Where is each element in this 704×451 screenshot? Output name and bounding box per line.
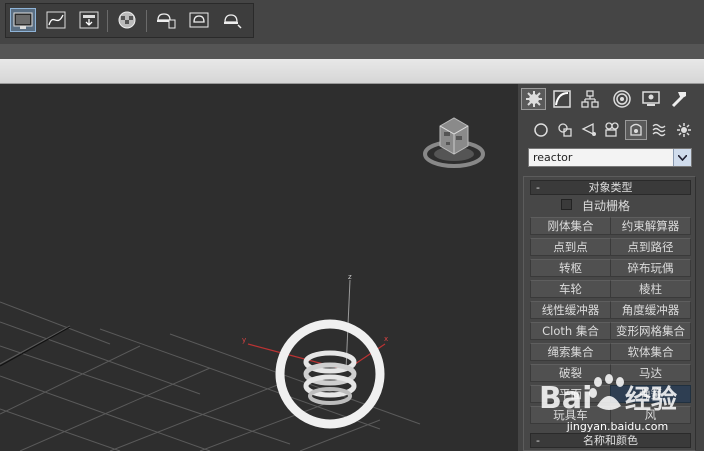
home-grid xyxy=(0,301,421,451)
viewport-canvas[interactable]: z y x xyxy=(0,84,518,451)
object-type-button[interactable]: 转枢 xyxy=(530,259,611,277)
material-editor-icon xyxy=(118,11,136,29)
chevron-down-icon[interactable] xyxy=(673,149,691,166)
hierarchy-tab[interactable] xyxy=(577,88,602,110)
quick-render-button[interactable] xyxy=(219,8,245,32)
render-setup-icon xyxy=(157,13,176,29)
status-band xyxy=(0,59,704,84)
toolbar-group xyxy=(5,3,254,38)
cameras-subtab[interactable] xyxy=(601,120,623,140)
geometry-icon xyxy=(534,123,548,137)
create-tab-icon xyxy=(525,91,542,107)
object-type-button[interactable]: 点到路径 xyxy=(610,238,691,256)
category-dropdown[interactable]: reactor xyxy=(528,148,692,167)
shapes-icon xyxy=(558,123,572,137)
shapes-subtab[interactable] xyxy=(554,120,576,140)
rendered-frame-window-icon xyxy=(189,12,209,28)
object-type-button[interactable]: 碎布玩偶 xyxy=(610,259,691,277)
modify-tab[interactable] xyxy=(549,88,574,110)
object-type-button[interactable]: 棱柱 xyxy=(610,280,691,298)
object-type-button[interactable]: Cloth 集合 xyxy=(530,322,611,340)
autogrid-label: 自动栅格 xyxy=(582,199,631,213)
object-type-button[interactable]: 变形网格集合 xyxy=(610,322,691,340)
quick-render-icon xyxy=(224,14,242,29)
create-tab[interactable] xyxy=(521,88,546,110)
space-warps-subtab[interactable] xyxy=(649,120,671,140)
object-type-button[interactable]: 线性缓冲器 xyxy=(530,301,611,319)
curve-editor-button[interactable] xyxy=(43,8,69,32)
spring-helper-object[interactable]: z y x xyxy=(242,273,388,429)
schematic-view-icon xyxy=(79,11,99,29)
watermark-url: jingyan.baidu.com xyxy=(566,420,669,433)
hierarchy-tab-icon xyxy=(580,90,599,108)
axis-label-x: x xyxy=(384,335,388,343)
curve-editor-icon xyxy=(46,11,66,29)
object-type-header[interactable]: - 对象类型 xyxy=(530,180,691,195)
object-type-button[interactable]: 车轮 xyxy=(530,280,611,298)
baidu-jingyan-watermark: Bai 经验 jingyan.baidu.com xyxy=(535,372,700,442)
toolbar-divider xyxy=(0,44,704,59)
grid-axis-line xyxy=(0,326,71,367)
main-toolbar xyxy=(0,0,704,44)
display-tab-icon xyxy=(641,91,660,106)
lights-icon xyxy=(581,122,596,136)
axis-label-y: y xyxy=(242,336,246,344)
perspective-viewport[interactable]: z y x xyxy=(0,84,518,451)
lights-subtab[interactable] xyxy=(578,120,600,140)
object-type-title: 对象类型 xyxy=(588,181,633,194)
helpers-subtab[interactable] xyxy=(625,120,647,140)
object-type-button[interactable]: 绳索集合 xyxy=(530,343,611,361)
cameras-icon xyxy=(605,122,619,137)
schematic-view-button[interactable] xyxy=(76,8,102,32)
geometry-subtab[interactable] xyxy=(530,120,552,140)
utilities-tab-icon xyxy=(671,92,686,108)
scene-explorer-icon xyxy=(13,12,33,29)
baidu-logo-icon: Bai 经验 xyxy=(539,374,677,416)
display-tab[interactable] xyxy=(638,88,663,110)
view-cube-icon[interactable] xyxy=(423,117,485,168)
object-type-button[interactable]: 约束解算器 xyxy=(610,217,691,235)
scene-explorer-button[interactable] xyxy=(10,8,36,32)
utilities-tab[interactable] xyxy=(666,88,691,110)
space-warps-icon xyxy=(652,123,666,137)
helpers-icon xyxy=(630,123,642,136)
svg-text:经验: 经验 xyxy=(625,384,677,415)
systems-icon xyxy=(677,123,691,137)
systems-subtab[interactable] xyxy=(673,120,695,140)
rendered-frame-window-button[interactable] xyxy=(186,8,212,32)
object-type-button[interactable]: 刚体集合 xyxy=(530,217,611,235)
render-setup-button[interactable] xyxy=(153,8,179,32)
object-type-button[interactable]: 软体集合 xyxy=(610,343,691,361)
svg-text:Bai: Bai xyxy=(539,381,592,416)
motion-tab[interactable] xyxy=(609,88,634,110)
object-type-button[interactable]: 角度缓冲器 xyxy=(610,301,691,319)
modify-tab-icon xyxy=(552,90,571,108)
object-type-button[interactable]: 点到点 xyxy=(530,238,611,256)
category-dropdown-value: reactor xyxy=(533,151,573,164)
motion-tab-icon xyxy=(612,90,631,108)
material-editor-button[interactable] xyxy=(114,8,140,32)
checkbox-icon[interactable] xyxy=(561,199,572,210)
axis-label-z: z xyxy=(348,273,352,281)
